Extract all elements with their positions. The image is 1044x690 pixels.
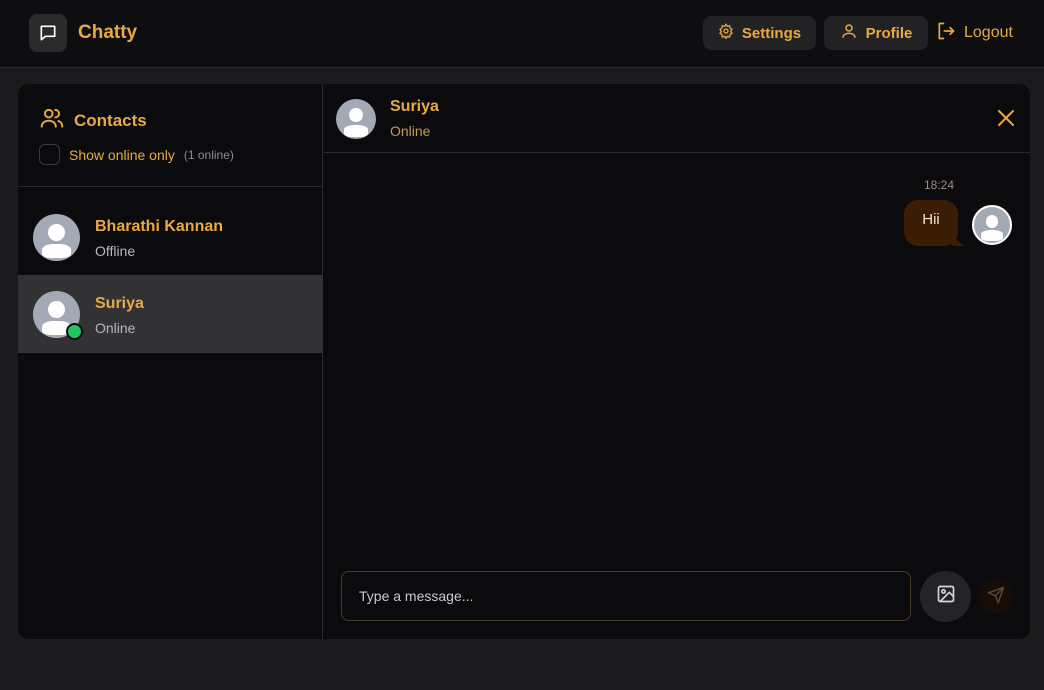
brand[interactable]: Chatty	[29, 14, 137, 52]
chat-container: Contacts Show online only (1 online) Bha…	[18, 84, 1030, 639]
chat-contact-name: Suriya	[390, 98, 439, 115]
chat-header: Suriya Online	[324, 84, 1030, 153]
message-bubble: Hii	[904, 200, 958, 246]
chat-avatar	[336, 99, 376, 139]
avatar	[33, 214, 80, 261]
navbar: Chatty Settings Profile Logout	[0, 0, 1044, 68]
send-icon	[987, 586, 1005, 609]
message-timestamp: 18:24	[924, 178, 955, 192]
bubble-tail	[952, 232, 966, 246]
contact-status: Offline	[95, 243, 136, 259]
profile-label: Profile	[865, 24, 913, 42]
profile-button[interactable]: Profile	[824, 16, 928, 50]
message-input[interactable]	[341, 571, 911, 621]
contact-status: Online	[95, 320, 136, 336]
logout-label: Logout	[964, 24, 1013, 41]
chat-contact-status: Online	[390, 123, 431, 139]
image-icon	[936, 584, 956, 609]
settings-button[interactable]: Settings	[703, 16, 816, 50]
message-avatar	[972, 205, 1012, 245]
sidebar-header: Contacts Show online only (1 online)	[18, 84, 323, 187]
sidebar: Contacts Show online only (1 online) Bha…	[18, 84, 323, 639]
settings-label: Settings	[741, 24, 802, 42]
contact-name: Bharathi Kannan	[95, 218, 224, 235]
chat-panel: Suriya Online 18:24 Hii	[324, 84, 1030, 639]
send-button[interactable]	[979, 580, 1013, 614]
online-filter-label[interactable]: Show online only	[69, 147, 175, 163]
online-count: (1 online)	[183, 147, 234, 162]
logout-button[interactable]: Logout	[936, 16, 1013, 50]
contact-name: Suriya	[95, 295, 144, 312]
users-icon	[39, 105, 65, 136]
online-filter: Show online only (1 online)	[39, 144, 234, 165]
contact-item-bharathi-kannan[interactable]: Bharathi Kannan Offline	[18, 198, 323, 276]
contacts-title: Contacts	[39, 105, 147, 136]
online-only-checkbox[interactable]	[39, 144, 60, 165]
contact-item-suriya[interactable]: Suriya Online	[18, 275, 323, 353]
close-icon[interactable]	[996, 108, 1016, 128]
user-icon	[840, 22, 858, 44]
gear-icon	[718, 23, 734, 43]
message-text: Hii	[922, 210, 940, 228]
online-indicator	[66, 323, 83, 340]
brand-name: Chatty	[78, 22, 138, 43]
attach-image-button[interactable]	[920, 571, 971, 622]
contacts-label: Contacts	[74, 110, 147, 130]
message-square-icon	[29, 14, 67, 52]
logout-icon	[936, 21, 956, 46]
